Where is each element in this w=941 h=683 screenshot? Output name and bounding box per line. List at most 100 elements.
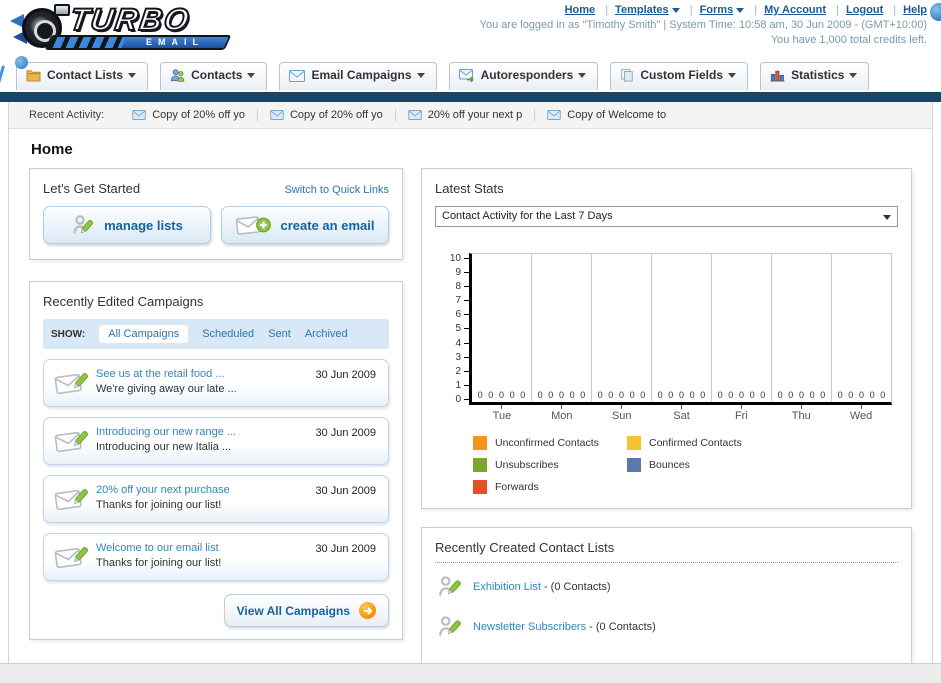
manage-lists-button[interactable]: manage lists — [43, 206, 211, 244]
tab-label: Contacts — [191, 68, 243, 82]
chevron-down-icon — [671, 7, 680, 13]
contact-list-link[interactable]: Exhibition List — [473, 581, 541, 593]
envelope-icon — [270, 110, 284, 120]
contact-list-item[interactable]: Exhibition List - (0 Contacts) — [435, 567, 898, 607]
bar-value-label: 0 — [668, 390, 674, 400]
campaign-row[interactable]: Welcome to our email list Thanks for joi… — [43, 533, 389, 581]
view-all-campaigns-label: View All Campaigns — [236, 603, 350, 618]
bar-value-label: 0 — [477, 390, 483, 400]
nav-item-home[interactable]: Home — [565, 4, 596, 16]
switch-to-quick-links[interactable]: Switch to Quick Links — [284, 184, 389, 196]
campaign-row[interactable]: See us at the retail food ... We're givi… — [43, 359, 389, 407]
bar-value-label: 0 — [629, 390, 635, 400]
campaign-row[interactable]: 20% off your next purchase Thanks for jo… — [43, 475, 389, 523]
legend-swatch — [627, 436, 641, 450]
manage-lists-label: manage lists — [104, 217, 183, 233]
tab-custom-fields[interactable]: Custom Fields — [610, 62, 749, 90]
legend-swatch — [473, 436, 487, 450]
nav-logout-link[interactable]: Logout — [846, 4, 883, 16]
right-column: Latest Stats Contact Activity for the La… — [421, 168, 912, 683]
nav-templates-link[interactable]: Templates — [615, 4, 669, 16]
legend-swatch — [473, 480, 487, 494]
legend-label: Confirmed Contacts — [649, 437, 742, 449]
tab-contact-lists[interactable]: Contact Lists — [16, 62, 149, 90]
nav-home-link[interactable]: Home — [565, 4, 596, 16]
bar-value-label: 0 — [798, 390, 804, 400]
tab-statistics[interactable]: Statistics — [760, 62, 870, 90]
nav-item-templates[interactable]: Templates — [598, 4, 680, 16]
envelope-pencil-icon — [54, 427, 89, 458]
nav-help-link[interactable]: Help — [903, 4, 927, 16]
recent-activity-text: 20% off your next p — [427, 109, 523, 121]
bar-value-label: 0 — [738, 390, 744, 400]
filter-archived[interactable]: Archived — [305, 328, 348, 340]
nav-item-forms[interactable]: Forms — [683, 4, 745, 16]
contact-list-link[interactable]: Newsletter Subscribers — [473, 621, 586, 633]
campaign-row[interactable]: Introducing our new range ... Introducin… — [43, 417, 389, 465]
legend-item: Unsubscribes — [473, 458, 627, 472]
y-tick-label: 3 — [443, 352, 469, 363]
legend-swatch — [473, 458, 487, 472]
header: TURBO EMAIL Home Templates Forms My Acco… — [0, 0, 941, 120]
chart-y-axis: 10 9 8 7 6 5 4 3 2 1 0 — [443, 253, 469, 405]
bar-value-label: 0 — [689, 390, 695, 400]
bar-value-label: 0 — [777, 390, 783, 400]
tab-contacts[interactable]: Contacts — [160, 62, 268, 90]
contact-list-item[interactable]: Newsletter Subscribers - (0 Contacts) — [435, 607, 898, 647]
recent-activity-label: Recent Activity: — [29, 109, 105, 121]
page: TURBO EMAIL Home Templates Forms My Acco… — [0, 0, 941, 683]
envelope-icon — [132, 110, 146, 120]
campaign-title-link[interactable]: 20% off your next purchase — [96, 484, 230, 496]
campaign-title-link[interactable]: Introducing our new range ... — [96, 426, 236, 438]
chart-day-group: 00000 — [532, 254, 592, 402]
recent-activity-text: Copy of Welcome to — [567, 109, 667, 121]
bar-value-label: 0 — [788, 390, 794, 400]
chart-day-group: 00000 — [832, 254, 891, 402]
nav-my-account-link[interactable]: My Account — [764, 4, 826, 16]
stats-period-select[interactable]: Contact Activity for the Last 7 Days — [435, 206, 898, 227]
x-tick-label: Tue — [472, 405, 532, 422]
x-tick-label: Sun — [592, 405, 652, 422]
tab-email-campaigns[interactable]: Email Campaigns — [279, 62, 437, 90]
create-email-button[interactable]: create an email — [221, 206, 389, 244]
nav-item-help[interactable]: Help — [886, 4, 927, 16]
filter-scheduled[interactable]: Scheduled — [202, 328, 254, 340]
bar-value-label: 0 — [837, 390, 843, 400]
top-nav: Home Templates Forms My Account Logout H… — [480, 4, 927, 16]
bar-value-label: 0 — [869, 390, 875, 400]
campaign-title-link[interactable]: See us at the retail food ... — [96, 368, 224, 380]
nav-forms-link[interactable]: Forms — [700, 4, 734, 16]
page-footer — [0, 663, 941, 683]
campaign-title-link[interactable]: Welcome to our email list — [96, 542, 219, 554]
y-tick-label: 1 — [443, 380, 469, 391]
envelope-icon — [547, 110, 561, 120]
filter-sent[interactable]: Sent — [268, 328, 291, 340]
envelope-plus-icon — [235, 216, 271, 235]
filter-all-campaigns[interactable]: All Campaigns — [99, 325, 189, 343]
nav-item-my-account[interactable]: My Account — [747, 4, 826, 16]
x-tick-label: Wed — [831, 405, 891, 422]
envelope-pencil-icon — [54, 543, 89, 574]
latest-stats-panel: Latest Stats Contact Activity for the La… — [421, 168, 912, 509]
contact-list-detail: - (0 Contacts) — [589, 621, 656, 633]
campaign-subtitle: Introducing our new Italia ... — [96, 441, 232, 453]
contact-lists-title: Recently Created Contact Lists — [435, 540, 898, 563]
x-tick-label: Sat — [652, 405, 712, 422]
y-tick-label: 10 — [443, 253, 469, 264]
recent-activity-item[interactable]: Copy of 20% off yo — [120, 109, 257, 121]
recent-activity-text: Copy of 20% off yo — [152, 109, 245, 121]
person-pencil-icon — [73, 215, 94, 234]
campaign-date: 30 Jun 2009 — [315, 485, 376, 497]
envelope-pencil-icon — [54, 485, 89, 516]
navy-divider-bar — [0, 92, 941, 102]
recent-activity-item[interactable]: 20% off your next p — [394, 109, 535, 121]
recent-activity-item[interactable]: Copy of Welcome to — [534, 109, 678, 121]
view-all-campaigns-button[interactable]: View All Campaigns — [223, 594, 389, 627]
nav-item-logout[interactable]: Logout — [829, 4, 883, 16]
legend-swatch — [627, 458, 641, 472]
tab-autoresponders[interactable]: Autoresponders — [448, 62, 599, 90]
legend-item: Unconfirmed Contacts — [473, 436, 627, 450]
bar-value-label: 0 — [488, 390, 494, 400]
recent-activity-item[interactable]: Copy of 20% off yo — [256, 109, 395, 121]
bar-value-label: 0 — [809, 390, 815, 400]
